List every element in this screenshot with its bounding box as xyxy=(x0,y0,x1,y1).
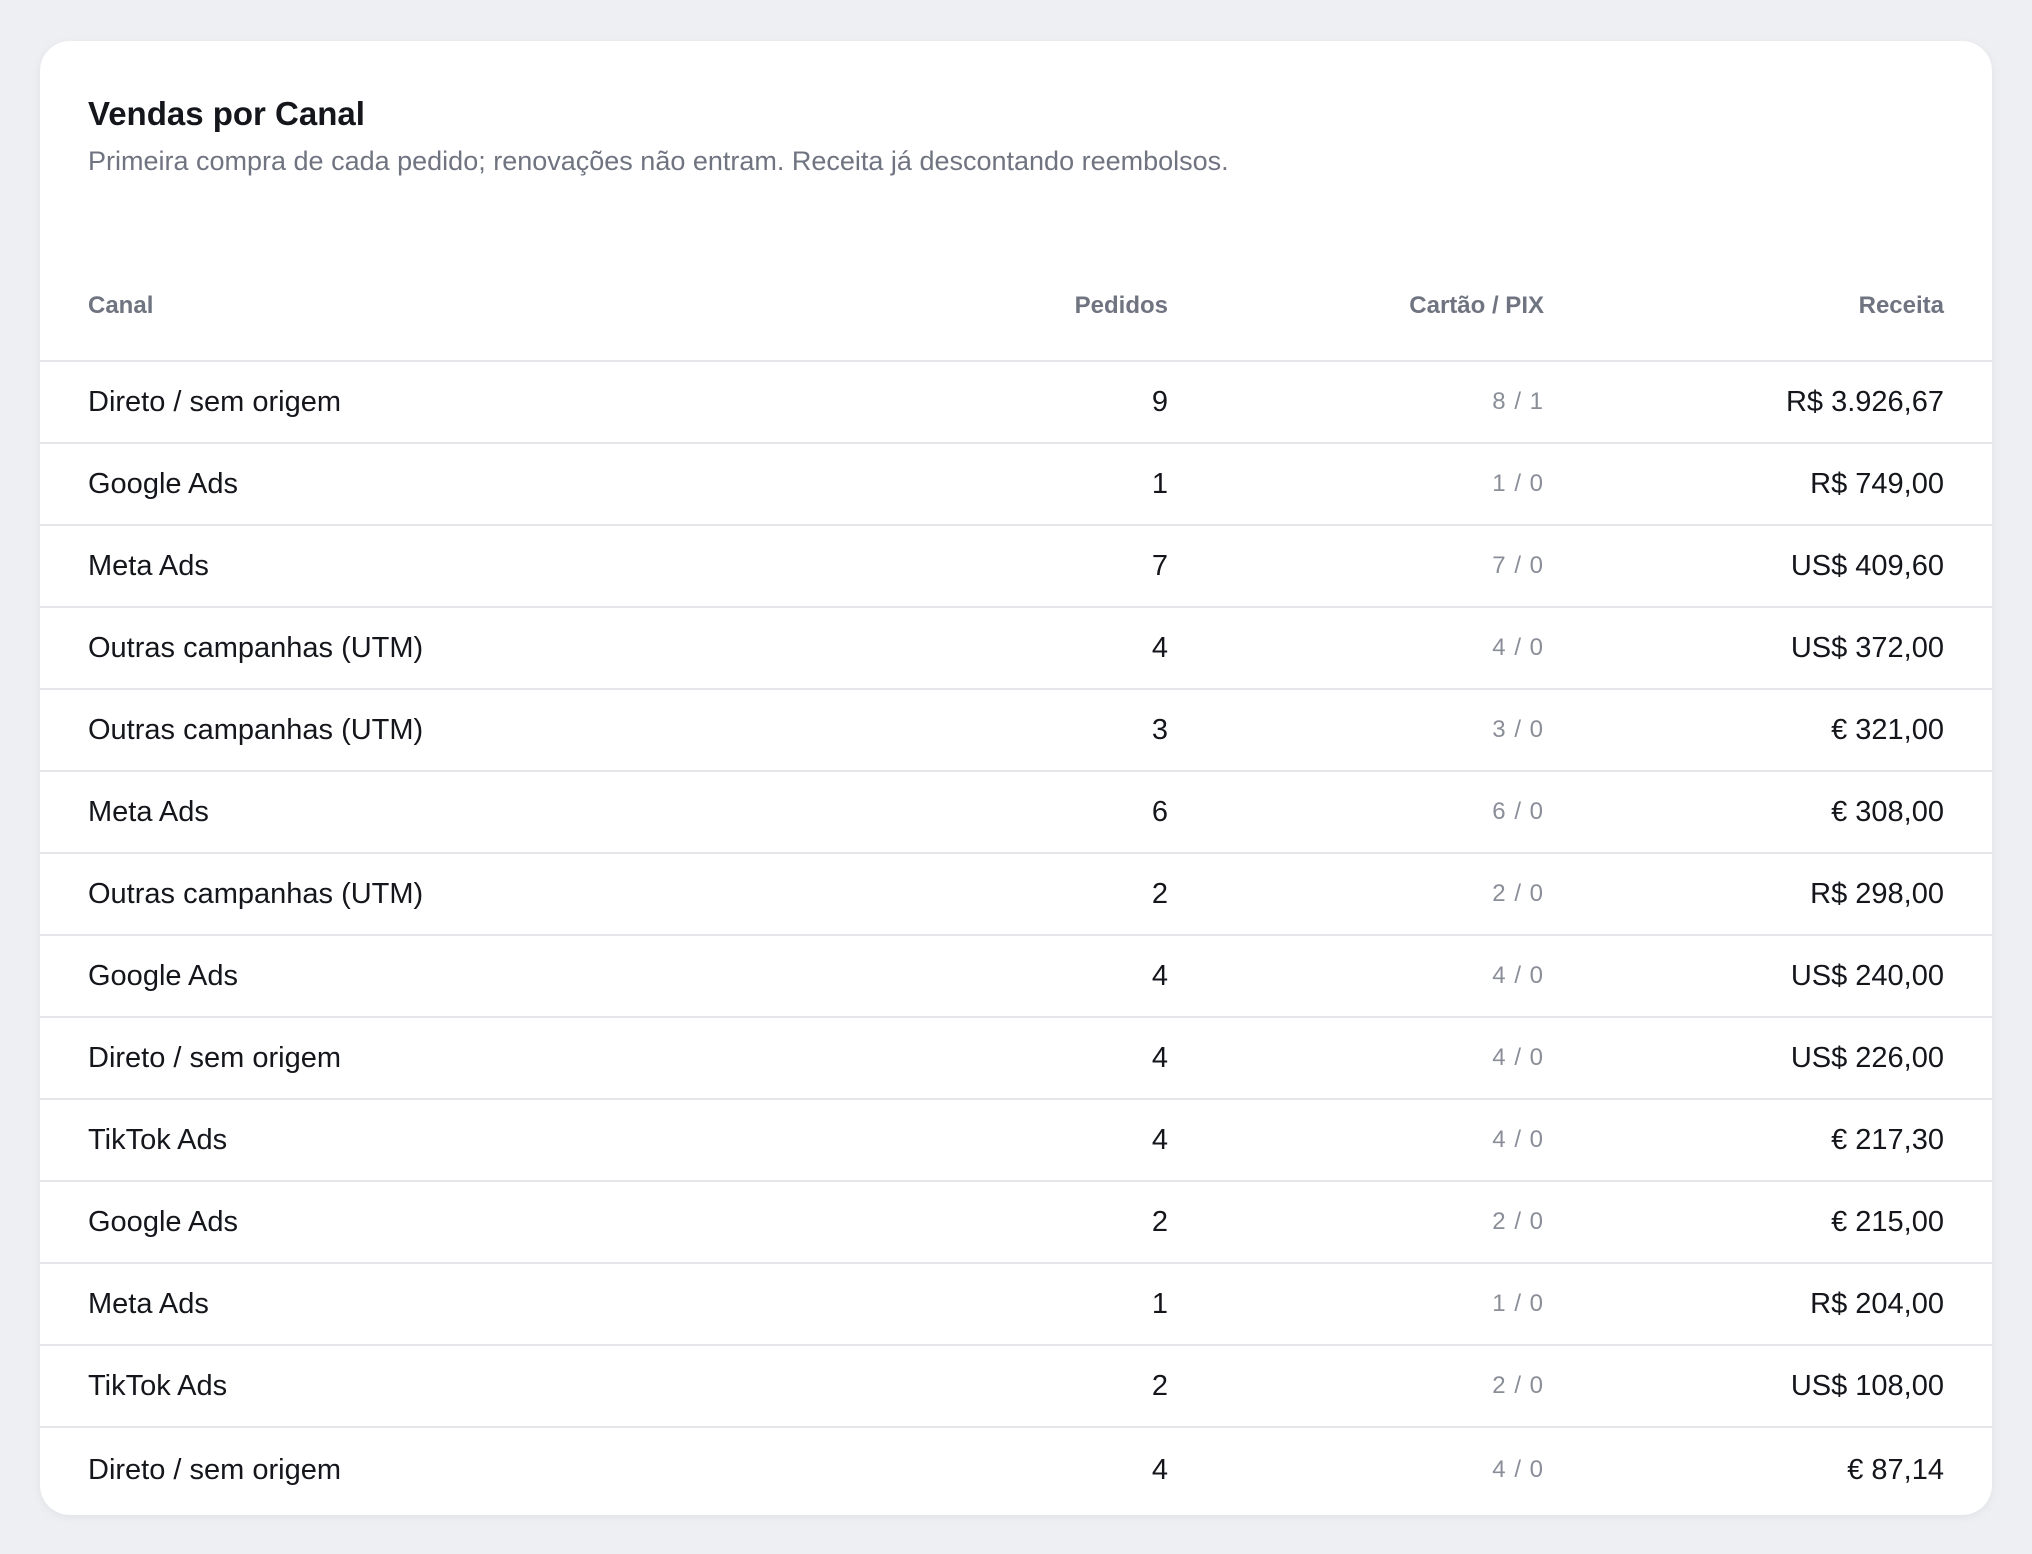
table-header: Canal Pedidos Cartão / PIX Receita xyxy=(40,252,1992,362)
cell-canal: Outras campanhas (UTM) xyxy=(40,689,840,772)
cell-canal: Direto / sem origem xyxy=(40,1017,840,1100)
cell-receita: US$ 409,60 xyxy=(1544,525,1992,608)
cell-receita: € 87,14 xyxy=(1847,1453,1944,1486)
table-row: Google Ads 1 1 / 0 R$ 749,00 xyxy=(40,443,1992,526)
cell-canal: TikTok Ads xyxy=(40,1099,840,1182)
table-row: Meta Ads 6 6 / 0 € 308,00 xyxy=(40,771,1992,854)
cell-canal: Outras campanhas (UTM) xyxy=(40,853,840,936)
cell-cartao-pix: 1 / 0 xyxy=(1168,1263,1544,1346)
table-body: Direto / sem origem 9 8 / 1 R$ 3.926,67 Goog… xyxy=(40,361,1992,1512)
cell-receita: € 215,00 xyxy=(1544,1181,1992,1264)
cell-canal: Outras campanhas (UTM) xyxy=(40,607,840,690)
column-header-receita: Receita xyxy=(1544,252,1992,362)
cell-receita: US$ 240,00 xyxy=(1544,935,1992,1018)
column-header-cartao-pix: Cartão / PIX xyxy=(1168,252,1544,362)
cell-cartao-pix: 2 / 0 xyxy=(1168,1181,1544,1264)
cell-pedidos: 2 xyxy=(840,1181,1168,1264)
cell-pedidos: 4 xyxy=(840,1099,1168,1182)
cell-canal: Meta Ads xyxy=(40,525,840,608)
sales-by-channel-card: Vendas por Canal Primeira compra de cada… xyxy=(40,41,1992,1515)
cell-receita: R$ 204,00 xyxy=(1544,1263,1992,1346)
cell-canal: Meta Ads xyxy=(40,771,840,854)
table-row: Meta Ads 1 1 / 0 R$ 204,00 xyxy=(40,1263,1992,1346)
table-row: Meta Ads 7 7 / 0 US$ 409,60 xyxy=(40,525,1992,608)
table-row: Outras campanhas (UTM) 3 3 / 0 € 321,00 xyxy=(40,689,1992,772)
cell-canal: Google Ads xyxy=(40,1181,840,1264)
cell-receita: € 308,00 xyxy=(1544,771,1992,854)
cell-canal: TikTok Ads xyxy=(40,1345,840,1428)
table-row: TikTok Ads 2 2 / 0 US$ 108,00 xyxy=(40,1345,1992,1428)
cell-receita: € 321,00 xyxy=(1544,689,1992,772)
cell-canal: Direto / sem origem xyxy=(88,1453,342,1486)
cell-receita: R$ 3.926,67 xyxy=(1544,361,1992,444)
cell-pedidos: 4 xyxy=(1151,1453,1168,1486)
table-row: Direto / sem origem 9 8 / 1 R$ 3.926,67 xyxy=(40,361,1992,444)
cell-cartao-pix: 4 / 0 xyxy=(1168,1017,1544,1100)
cell-receita: US$ 372,00 xyxy=(1544,607,1992,690)
cell-pedidos: 9 xyxy=(840,361,1168,444)
cell-receita: R$ 298,00 xyxy=(1544,853,1992,936)
cell-cartao-pix: 4 / 0 xyxy=(1168,607,1544,690)
cell-pedidos: 6 xyxy=(840,771,1168,854)
cell-canal: Meta Ads xyxy=(40,1263,840,1346)
card-header: Vendas por Canal Primeira compra de cada… xyxy=(88,93,1944,179)
cell-receita: R$ 749,00 xyxy=(1544,443,1992,526)
cell-pedidos: 2 xyxy=(840,1345,1168,1428)
cell-receita: US$ 226,00 xyxy=(1544,1017,1992,1100)
cell-pedidos: 4 xyxy=(840,935,1168,1018)
cell-cartao-pix: 4 / 0 xyxy=(1168,1099,1544,1182)
cell-cartao-pix: 3 / 0 xyxy=(1168,689,1544,772)
table-row: Direto / sem origem 4 4 / 0 US$ 226,00 xyxy=(40,1017,1992,1100)
cell-cartao-pix: 7 / 0 xyxy=(1168,525,1544,608)
card-subtitle: Primeira compra de cada pedido; renovaçõ… xyxy=(88,146,1229,176)
table-row: Direto / sem origem 4 4 / 0 € 87,14 xyxy=(40,1427,1992,1512)
cell-pedidos: 1 xyxy=(840,1263,1168,1346)
cell-canal: Google Ads xyxy=(40,443,840,526)
header-row: Canal Pedidos Cartão / PIX Receita xyxy=(40,252,1992,362)
table-row: Google Ads 4 4 / 0 US$ 240,00 xyxy=(40,935,1992,1018)
cell-cartao-pix: 2 / 0 xyxy=(1168,1345,1544,1428)
cell-pedidos: 2 xyxy=(840,853,1168,936)
table-row: Outras campanhas (UTM) 4 4 / 0 US$ 372,00 xyxy=(40,607,1992,690)
cell-canal: Direto / sem origem xyxy=(40,361,840,444)
cell-cartao-pix: 4 / 0 xyxy=(1168,935,1544,1018)
card-title: Vendas por Canal xyxy=(88,95,365,132)
cell-cartao-pix: 4 / 0 xyxy=(1492,1456,1544,1483)
cell-receita: € 217,30 xyxy=(1544,1099,1992,1182)
cell-pedidos: 4 xyxy=(840,607,1168,690)
table-row: Outras campanhas (UTM) 2 2 / 0 R$ 298,00 xyxy=(40,853,1992,936)
cell-cartao-pix: 1 / 0 xyxy=(1168,443,1544,526)
cell-pedidos: 3 xyxy=(840,689,1168,772)
cell-pedidos: 7 xyxy=(840,525,1168,608)
cell-receita: US$ 108,00 xyxy=(1544,1345,1992,1428)
cell-cartao-pix: 8 / 1 xyxy=(1168,361,1544,444)
column-header-pedidos: Pedidos xyxy=(840,252,1168,362)
sales-table: Canal Pedidos Cartão / PIX Receita Diret… xyxy=(40,252,1992,1512)
cell-cartao-pix: 2 / 0 xyxy=(1168,853,1544,936)
table-row: Google Ads 2 2 / 0 € 215,00 xyxy=(40,1181,1992,1264)
cell-cartao-pix: 6 / 0 xyxy=(1168,771,1544,854)
cell-pedidos: 4 xyxy=(840,1017,1168,1100)
table-row: TikTok Ads 4 4 / 0 € 217,30 xyxy=(40,1099,1992,1182)
cell-canal: Google Ads xyxy=(40,935,840,1018)
column-header-canal: Canal xyxy=(40,252,840,362)
cell-pedidos: 1 xyxy=(840,443,1168,526)
